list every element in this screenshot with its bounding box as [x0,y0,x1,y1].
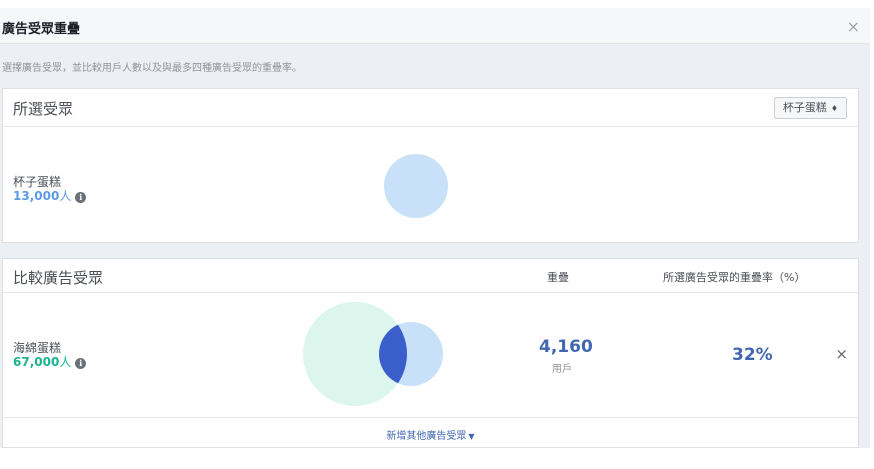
overlap-value: 4,160 [539,337,593,357]
compare-audiences-panel: 比較廣告受眾 重疊 所選廣告受眾的重疊率（%） 海綿蛋糕 67,000人 i 4,… [2,258,859,448]
dialog-title: 廣告受眾重疊 [2,22,81,37]
audience-overlap-dialog: 廣告受眾重疊 × 選擇廣告受眾，並比較用戶人數以及與最多四種廣告受眾的重疊率。 … [0,8,870,448]
overlap-unit: 用戶 [552,364,572,375]
dialog-description: 選擇廣告受眾，並比較用戶人數以及與最多四種廣告受眾的重疊率。 [2,63,302,74]
chevron-down-icon: ▼ [468,432,475,441]
selected-audience-venn [384,154,448,218]
compare-audience-venn [303,302,443,406]
add-audience-label: 新增其他廣告受眾 [386,431,467,442]
selected-audience-circle [384,154,448,218]
selected-audience-panel: 所選受眾 杯子蛋糕 ♦ 杯子蛋糕 13,000人 i [2,88,859,243]
close-icon[interactable]: × [847,17,860,36]
add-audience-link[interactable]: 新增其他廣告受眾 ▼ [3,427,858,442]
remove-audience-icon[interactable]: × [835,345,848,363]
overlap-rate: 32% [732,345,773,365]
add-audience-row: 新增其他廣告受眾 ▼ [3,417,858,449]
dialog-header: 廣告受眾重疊 × [0,8,870,44]
